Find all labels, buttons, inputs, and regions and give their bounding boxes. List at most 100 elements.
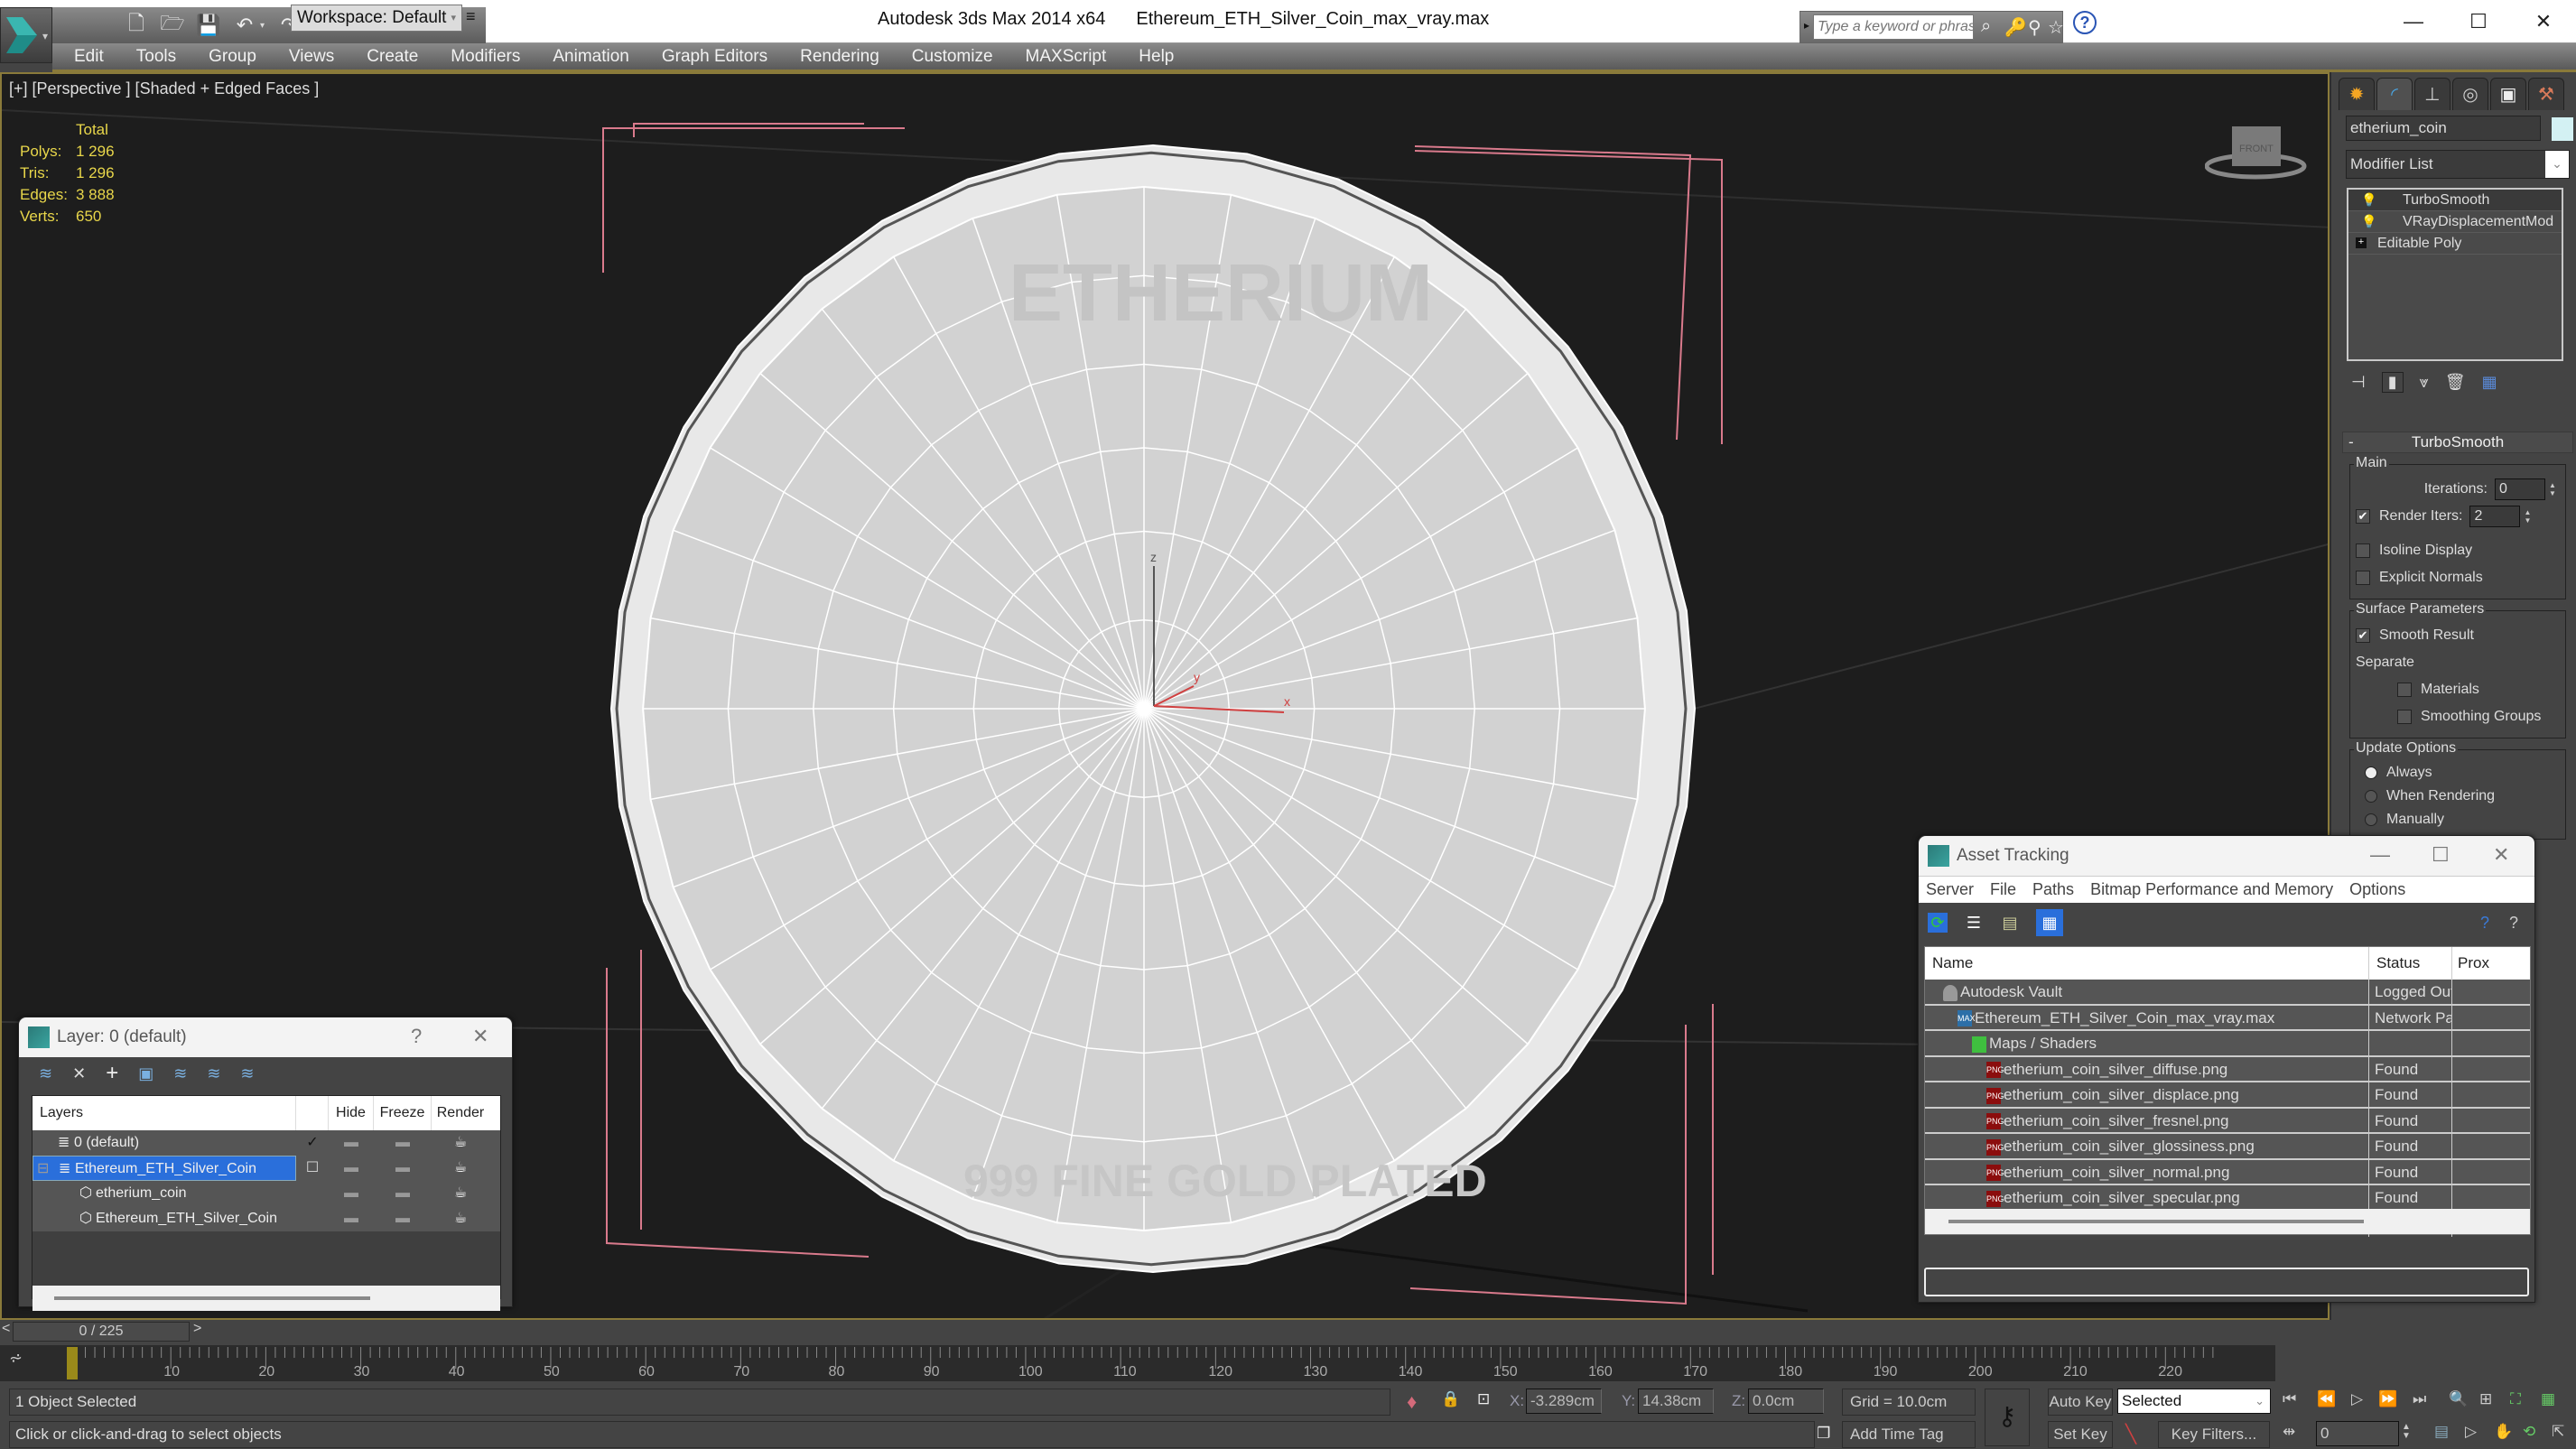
binoculars-icon[interactable]: ⌕ xyxy=(1981,16,1991,37)
object-row[interactable]: ⬡ etherium_coin ▬ ▬ ☕ xyxy=(33,1181,500,1206)
coin-mesh[interactable]: ETHERIUM 999 FINE GOLD PLATED xyxy=(609,144,1697,1274)
x-coord-field[interactable]: -3.289cm xyxy=(1526,1389,1602,1414)
menu-bitmap-performance[interactable]: Bitmap Performance and Memory xyxy=(2090,880,2333,899)
select-layer-icon[interactable]: ≋ xyxy=(173,1064,187,1083)
track-bar[interactable]: ⩫ 01020304050607080901001101201301401501… xyxy=(0,1345,2275,1381)
viewcube[interactable]: FRONT xyxy=(2205,125,2313,188)
stack-item-editable-poly[interactable]: + Editable Poly xyxy=(2348,233,2562,255)
hide-toggle[interactable]: ▬ xyxy=(329,1130,374,1156)
smooth-result-checkbox[interactable]: ✔ xyxy=(2356,628,2370,643)
time-configuration-icon[interactable]: ▤ xyxy=(2434,1423,2449,1441)
create-layer-icon[interactable]: ≋ xyxy=(39,1064,52,1083)
set-key-button[interactable]: Set Key xyxy=(2048,1421,2113,1448)
menu-customize[interactable]: Customize xyxy=(912,47,993,67)
undo-icon[interactable]: ↶ xyxy=(233,14,256,37)
current-frame-field[interactable]: 0 xyxy=(2316,1421,2399,1446)
selection-lock-icon[interactable]: 🔒 xyxy=(1441,1390,1460,1408)
dialog-titlebar[interactable]: Layer: 0 (default) ? ✕ xyxy=(19,1017,512,1057)
show-end-result-icon[interactable]: ▮ xyxy=(2381,371,2404,393)
horizontal-scrollbar[interactable] xyxy=(1925,1209,2530,1234)
list-view-icon[interactable]: ☰ xyxy=(1964,913,1984,933)
key-filters-button[interactable]: Key Filters... xyxy=(2158,1421,2270,1448)
rollout-header[interactable]: - TurboSmooth xyxy=(2342,432,2573,453)
smoothing-groups-checkbox[interactable] xyxy=(2397,710,2412,724)
column-name[interactable]: Name xyxy=(1925,947,2369,980)
zoom-extents-all-icon[interactable]: ▦ xyxy=(2541,1390,2555,1408)
auto-key-button[interactable]: Auto Key xyxy=(2048,1389,2113,1416)
hide-freeze-layers-icon[interactable]: ≋ xyxy=(240,1064,254,1083)
object-row[interactable]: ⬡ Ethereum_ETH_Silver_Coin ▬ ▬ ☕ xyxy=(33,1206,500,1231)
delete-layer-icon[interactable]: ✕ xyxy=(72,1064,86,1083)
workspace-dropdown[interactable]: Workspace: Default ▾ xyxy=(291,5,462,32)
satellite-icon[interactable]: ⚲ xyxy=(2028,16,2041,39)
column-hide[interactable]: Hide xyxy=(329,1096,374,1130)
column-status[interactable]: Status xyxy=(2369,947,2452,980)
render-teapot-icon[interactable]: ☕ xyxy=(432,1206,489,1231)
menu-paths[interactable]: Paths xyxy=(2032,880,2074,899)
asset-row[interactable]: PNGetherium_coin_silver_diffuse.png Found xyxy=(1925,1056,2530,1082)
highlight-layer-icon[interactable]: ≋ xyxy=(207,1064,220,1083)
column-freeze[interactable]: Freeze xyxy=(374,1096,432,1130)
column-layers[interactable]: Layers xyxy=(33,1096,296,1130)
lightbulb-icon[interactable]: 💡 xyxy=(2361,211,2376,232)
field-of-view-icon[interactable]: ▷ xyxy=(2465,1423,2477,1441)
layer-row[interactable]: ≣ 0 (default) ✓ ▬ ▬ ☕ xyxy=(33,1130,500,1156)
pan-hand-icon[interactable]: ✋ xyxy=(2494,1423,2513,1441)
menu-group[interactable]: Group xyxy=(209,47,256,67)
lightbulb-icon[interactable]: 💡 xyxy=(2361,190,2376,210)
freeze-toggle[interactable]: ▬ xyxy=(374,1181,432,1206)
column-render[interactable]: Render xyxy=(432,1096,489,1130)
menu-modifiers[interactable]: Modifiers xyxy=(451,47,520,67)
when-rendering-radio[interactable] xyxy=(2365,790,2377,803)
configure-modifier-sets-icon[interactable]: ▦ xyxy=(2482,373,2497,392)
render-teapot-icon[interactable]: ☕ xyxy=(432,1156,489,1181)
menu-animation[interactable]: Animation xyxy=(553,47,629,67)
scrollbar-thumb[interactable] xyxy=(54,1296,370,1300)
spinner-arrows-icon[interactable]: ▲ ▼ xyxy=(2524,508,2534,525)
previous-key-icon[interactable]: ⏪ xyxy=(2317,1390,2336,1408)
add-to-layer-icon[interactable]: + xyxy=(106,1061,118,1086)
render-iters-checkbox[interactable]: ✔ xyxy=(2356,509,2370,524)
search-input[interactable] xyxy=(1813,14,1974,40)
pin-stack-icon[interactable]: ⊣ xyxy=(2351,373,2366,392)
close-button[interactable]: ✕ xyxy=(472,1025,488,1048)
menu-maxscript[interactable]: MAXScript xyxy=(1026,47,1107,67)
stack-item-vraydisplacement[interactable]: 💡 VRayDisplacementMod xyxy=(2348,211,2562,233)
utilities-tab[interactable]: ⚒ xyxy=(2528,78,2564,110)
dialog-titlebar[interactable]: Asset Tracking — ☐ ✕ xyxy=(1919,836,2534,876)
menu-rendering[interactable]: Rendering xyxy=(800,47,879,67)
hide-toggle[interactable]: ▬ xyxy=(329,1206,374,1231)
create-tab[interactable]: ✹ xyxy=(2339,78,2375,110)
undo-dropdown-icon[interactable]: ▾ xyxy=(260,21,265,31)
iterations-spinner[interactable]: 0 xyxy=(2495,478,2545,500)
previous-frame-icon[interactable]: < xyxy=(2,1321,10,1337)
time-tag-icon[interactable]: ❐ xyxy=(1817,1425,1830,1443)
key-filter-pen-icon[interactable]: ╲ xyxy=(2125,1423,2136,1445)
close-button[interactable]: ✕ xyxy=(2511,0,2576,43)
zoom-all-icon[interactable]: ⊞ xyxy=(2479,1390,2492,1408)
asset-row[interactable]: PNGetherium_coin_silver_displace.png Foun… xyxy=(1925,1082,2530,1109)
time-slider-thumb[interactable]: 0 / 225 xyxy=(13,1322,190,1342)
table-view-icon[interactable]: ▦ xyxy=(2036,909,2063,936)
help-icon[interactable]: ? xyxy=(2073,11,2097,34)
asset-row[interactable]: PNGetherium_coin_silver_fresnel.png Found xyxy=(1925,1108,2530,1134)
key-icon[interactable]: 🔑 xyxy=(2004,16,2027,39)
absolute-mode-icon[interactable]: ⊡ xyxy=(1477,1390,1490,1408)
go-to-end-icon[interactable]: ⏭ xyxy=(2413,1390,2426,1408)
y-coord-field[interactable]: 14.38cm xyxy=(1638,1389,1714,1414)
current-layer-check-icon[interactable]: ✓ xyxy=(296,1130,329,1156)
manually-radio[interactable] xyxy=(2365,813,2377,826)
zoom-icon[interactable]: 🔍 xyxy=(2449,1390,2468,1408)
display-tab[interactable]: ▣ xyxy=(2490,78,2526,110)
remove-modifier-icon[interactable]: 🗑 xyxy=(2445,373,2466,392)
minimize-button[interactable]: — xyxy=(2381,0,2446,43)
asset-row[interactable]: PNGetherium_coin_silver_normal.png Found xyxy=(1925,1159,2530,1185)
modify-tab[interactable]: ◜ xyxy=(2376,78,2413,110)
go-to-start-icon[interactable]: ⏮ xyxy=(2283,1390,2296,1408)
key-mode-dropdown[interactable]: Selected ⌄ xyxy=(2117,1389,2271,1414)
expand-arrow-icon[interactable]: ▸ xyxy=(1804,19,1809,32)
orbit-icon[interactable]: ⟲ xyxy=(2523,1423,2535,1441)
explicit-normals-checkbox[interactable] xyxy=(2356,571,2370,585)
menu-file[interactable]: File xyxy=(1990,880,2016,899)
maximize-button[interactable]: ☐ xyxy=(2432,843,2450,867)
